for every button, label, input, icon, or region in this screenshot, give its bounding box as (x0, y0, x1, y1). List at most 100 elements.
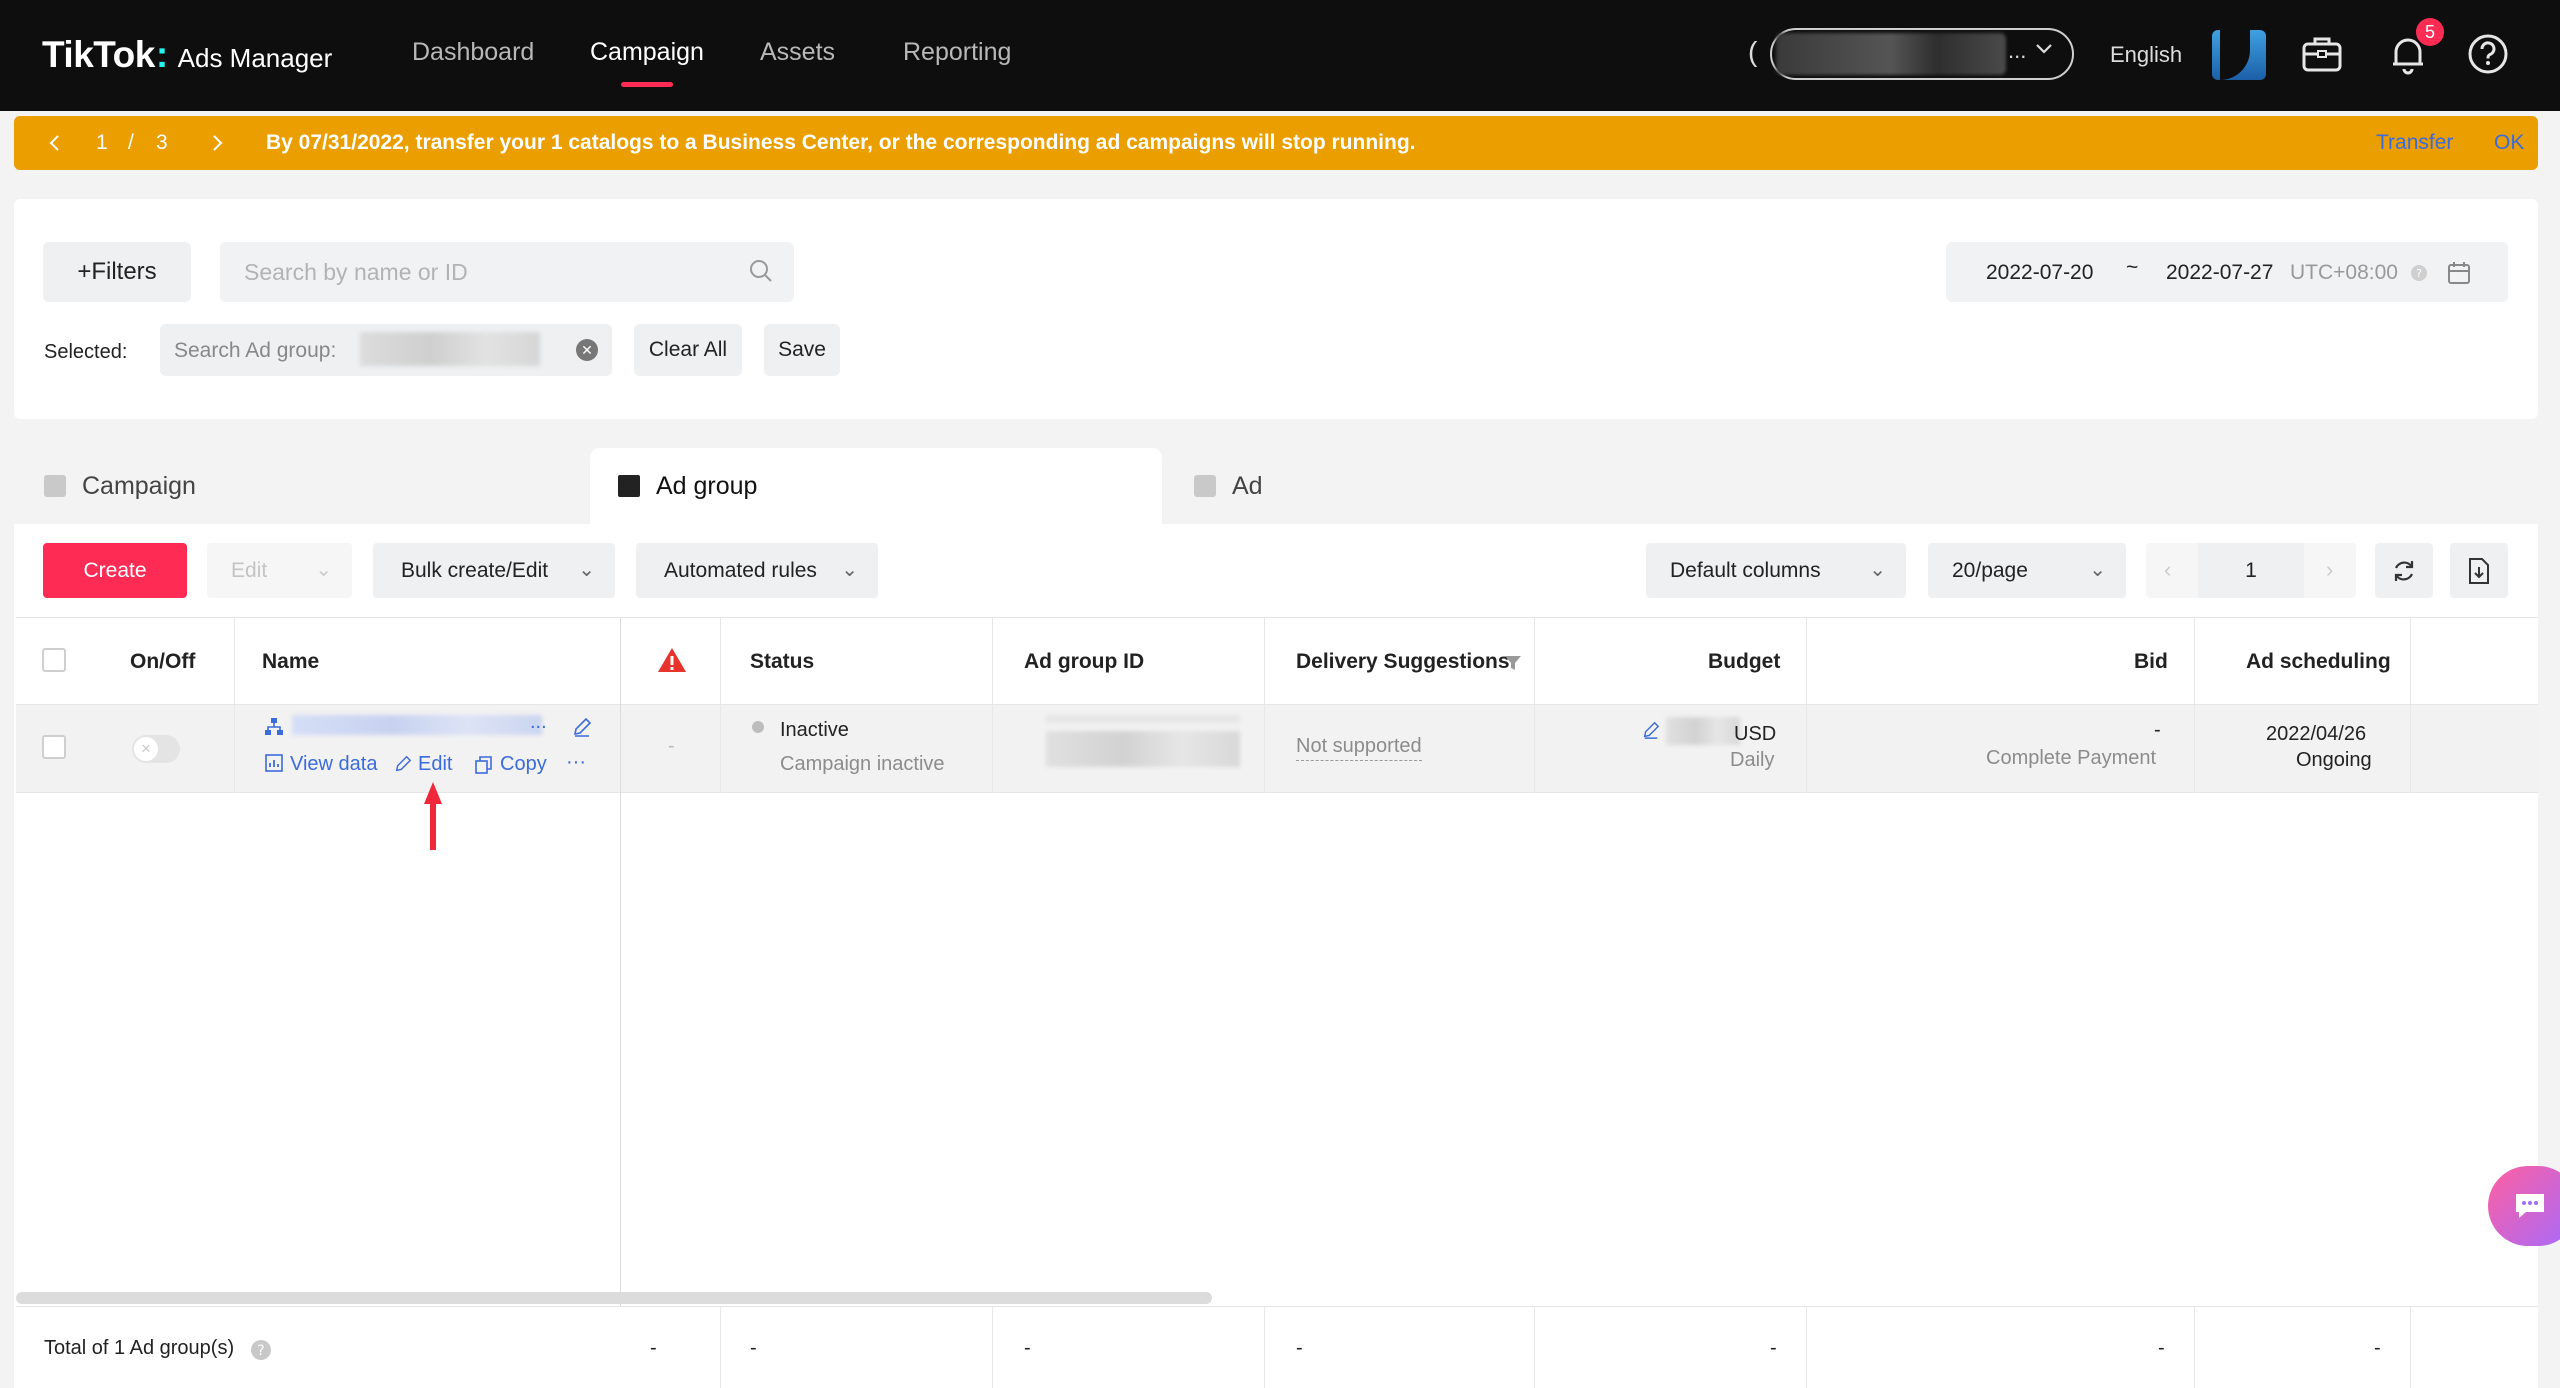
clear-all-button[interactable]: Clear All (634, 324, 742, 376)
ad-group-name-redacted[interactable] (292, 715, 542, 735)
banner-transfer-link[interactable]: Transfer (2376, 131, 2453, 155)
nav-reporting[interactable]: Reporting (903, 38, 1011, 67)
svg-text:?: ? (257, 1343, 264, 1359)
header-onoff[interactable]: On/Off (130, 650, 195, 674)
table-row[interactable]: ✕ ... View data Edit Copy ··· - Inactive… (16, 705, 2538, 793)
refresh-icon (2394, 561, 2414, 581)
svg-text:?: ? (2416, 267, 2422, 280)
briefcase-icon[interactable] (2298, 30, 2346, 78)
nav-campaign[interactable]: Campaign (590, 38, 704, 87)
column-divider (1264, 617, 1265, 793)
header-bid[interactable]: Bid (2134, 650, 2168, 674)
folder-icon (44, 475, 66, 497)
row-checkbox[interactable] (42, 735, 66, 759)
pencil-icon[interactable] (572, 717, 592, 737)
export-button[interactable] (2450, 543, 2508, 598)
selected-filter-chip[interactable]: Search Ad group: ✕ (160, 324, 612, 376)
header-name[interactable]: Name (262, 650, 319, 674)
date-range-picker[interactable]: 2022-07-20 ~ 2022-07-27 UTC+08:00 ? (1946, 242, 2508, 302)
column-divider (720, 617, 721, 793)
edit-dropdown-label: Edit (231, 558, 268, 582)
refresh-button[interactable] (2375, 543, 2433, 598)
budget-type: Daily (1730, 749, 1775, 771)
banner-message: By 07/31/2022, transfer your 1 catalogs … (266, 131, 1416, 154)
chevron-down-icon: ⌄ (841, 559, 858, 581)
info-icon[interactable]: ? (2410, 264, 2428, 282)
tab-ad[interactable]: Ad (1162, 448, 1762, 524)
chevron-right-icon[interactable] (210, 133, 224, 153)
header-budget[interactable]: Budget (1708, 650, 1780, 674)
filters-panel (14, 199, 2538, 419)
columns-dropdown[interactable]: Default columns ⌄ (1646, 543, 1906, 598)
budget-currency: USD (1734, 723, 1777, 745)
filters-button[interactable]: +Filters (43, 242, 191, 302)
avatar[interactable] (2212, 30, 2266, 80)
edit-dropdown-button[interactable]: Edit ⌄ (207, 543, 352, 598)
frozen-column-divider (620, 617, 621, 1388)
account-selector[interactable]: ... (1770, 28, 2074, 80)
date-separator: ~ (2126, 256, 2139, 279)
language-switch[interactable]: English (2110, 42, 2182, 68)
column-divider (2410, 1306, 2411, 1388)
header-ad-group-id[interactable]: Ad group ID (1024, 650, 1144, 674)
header-delivery-suggestions[interactable]: Delivery Suggestions (1296, 650, 1510, 674)
search-icon[interactable] (748, 258, 774, 284)
chat-support-button[interactable] (2488, 1166, 2560, 1246)
automated-rules-button[interactable]: Automated rules ⌄ (636, 543, 878, 598)
next-page-icon[interactable]: › (2326, 557, 2333, 583)
status-subtext: Campaign inactive (780, 753, 945, 775)
footer-warning-total: - (650, 1337, 657, 1359)
page-number-input[interactable]: 1 (2198, 543, 2304, 598)
bid-value: - (2154, 719, 2161, 741)
filter-icon[interactable] (1504, 654, 1522, 672)
tab-campaign[interactable]: Campaign (14, 448, 590, 524)
bulk-create-edit-button[interactable]: Bulk create/Edit ⌄ (373, 543, 615, 598)
view-data-link[interactable]: View data (290, 753, 377, 776)
selected-label: Selected: (44, 341, 128, 363)
column-divider (2194, 1306, 2195, 1388)
account-ellipsis: ... (2008, 38, 2027, 63)
product-name: Ads Manager (177, 43, 333, 73)
column-divider (1534, 617, 1535, 793)
copy-link[interactable]: Copy (500, 753, 547, 776)
more-actions-icon[interactable]: ··· (566, 751, 586, 774)
ad-icon (1194, 475, 1216, 497)
chevron-down-icon (2036, 44, 2052, 54)
onoff-toggle[interactable]: ✕ (132, 735, 180, 763)
tiktok-ads-manager-logo[interactable]: TikTok: Ads Manager (42, 34, 332, 76)
column-divider (1806, 1306, 1807, 1388)
help-icon[interactable] (2464, 30, 2512, 78)
footer-delivery-total: - (1296, 1337, 1303, 1359)
chevron-left-icon[interactable] (48, 133, 62, 153)
bid-subtext: Complete Payment (1986, 747, 2157, 769)
pencil-icon[interactable] (1642, 721, 1660, 739)
search-input[interactable]: Search by name or ID (220, 242, 794, 302)
per-page-dropdown[interactable]: 20/page ⌄ (1928, 543, 2126, 598)
prev-page-icon[interactable]: ‹ (2164, 557, 2171, 583)
nav-dashboard[interactable]: Dashboard (412, 38, 534, 67)
tab-ad-group[interactable]: Ad group (590, 448, 1162, 524)
header-ad-scheduling[interactable]: Ad scheduling (2246, 650, 2391, 674)
select-all-checkbox[interactable] (42, 648, 66, 672)
banner-ok-link[interactable]: OK (2494, 131, 2524, 155)
edit-link[interactable]: Edit (418, 753, 452, 776)
notification-badge: 5 (2416, 18, 2444, 46)
brand-name: TikTok (42, 34, 155, 75)
nav-assets[interactable]: Assets (760, 38, 835, 67)
account-name-redacted (1776, 33, 2006, 75)
delivery-suggestion-value[interactable]: Not supported (1296, 735, 1422, 761)
automated-rules-label: Automated rules (664, 558, 817, 582)
clear-chip-icon[interactable]: ✕ (576, 339, 598, 361)
calendar-icon[interactable] (2446, 260, 2472, 286)
schedule-state: Ongoing (2296, 749, 2372, 771)
top-navigation-bar: TikTok: Ads Manager Dashboard Campaign A… (0, 0, 2560, 111)
help-icon[interactable]: ? (250, 1339, 272, 1361)
horizontal-scrollbar[interactable] (16, 1292, 1212, 1304)
create-button[interactable]: Create (43, 543, 187, 598)
status-dot (752, 721, 764, 733)
save-button[interactable]: Save (764, 324, 840, 376)
column-divider (234, 617, 235, 793)
table-footer: Total of 1 Ad group(s) ? - - - - - - - (16, 1306, 2538, 1388)
footer-status-total: - (750, 1337, 757, 1359)
header-status[interactable]: Status (750, 650, 814, 674)
